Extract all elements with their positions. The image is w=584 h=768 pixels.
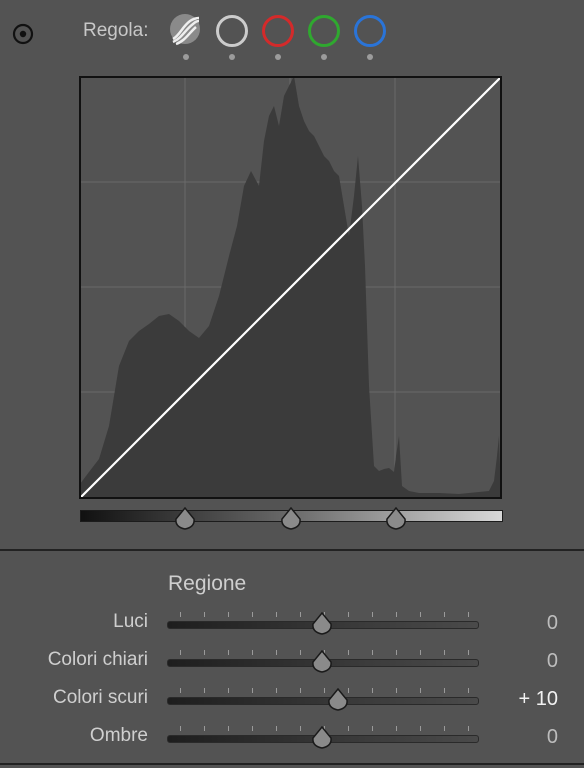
slider-tick (420, 650, 421, 655)
slider-thumb[interactable] (311, 725, 333, 750)
slider-tick (252, 612, 253, 617)
slider-tick (276, 650, 277, 655)
slider-value[interactable]: + 10 (519, 688, 558, 711)
tone-curve-graph[interactable] (79, 76, 502, 499)
slider-tick (468, 612, 469, 617)
slider-tick (420, 612, 421, 617)
slider-tick (276, 726, 277, 731)
rgb-ring-icon (216, 15, 248, 47)
slider-tick (348, 726, 349, 731)
slider-tick (252, 688, 253, 693)
slider-value[interactable]: 0 (547, 650, 558, 673)
red-channel-button[interactable] (260, 13, 296, 60)
slider-tick (348, 650, 349, 655)
slider-tick (444, 650, 445, 655)
slider-thumb[interactable] (327, 687, 349, 712)
blue-ring-icon (354, 15, 386, 47)
slider-tick (180, 650, 181, 655)
slider-tick (372, 726, 373, 731)
slider-tick (204, 650, 205, 655)
slider-tick (372, 612, 373, 617)
section-divider (0, 549, 584, 551)
slider-tick (300, 688, 301, 693)
channel-indicator-dot (367, 54, 373, 60)
channel-indicator-dot (275, 54, 281, 60)
slider-tick (204, 612, 205, 617)
slider-label: Ombre (89, 725, 148, 746)
slider-tick (468, 688, 469, 693)
channel-indicator-dot (183, 54, 189, 60)
slider-tick (420, 688, 421, 693)
rgb-channel-button[interactable] (214, 13, 250, 60)
green-channel-button[interactable] (306, 13, 342, 60)
slider-tick (444, 688, 445, 693)
slider-tick (252, 650, 253, 655)
slider-label: Colori scuri (52, 687, 148, 708)
slider-tick (276, 688, 277, 693)
slider-value[interactable]: 0 (547, 612, 558, 635)
slider-tick (396, 612, 397, 617)
slider-tick (204, 726, 205, 731)
green-ring-icon (308, 15, 340, 47)
slider-tick (204, 688, 205, 693)
slider-tick (396, 688, 397, 693)
slider-tick (228, 650, 229, 655)
slider-label: Luci (113, 611, 148, 632)
slider-tick (324, 688, 325, 693)
slider-tick (180, 726, 181, 731)
slider-tick (348, 612, 349, 617)
slider-tick (420, 726, 421, 731)
slider-thumb[interactable] (311, 611, 333, 636)
slider-value[interactable]: 0 (547, 726, 558, 749)
parametric-curve-channel-button[interactable] (168, 13, 204, 60)
slider-tick (444, 726, 445, 731)
section-divider-bottom (0, 763, 584, 765)
slider-tick (444, 612, 445, 617)
parametric-curve-icon (170, 14, 200, 46)
slider-label: Colori chiari (47, 649, 148, 670)
blue-channel-button[interactable] (352, 13, 388, 60)
slider-tick (468, 650, 469, 655)
slider-tick (180, 612, 181, 617)
channel-indicator-dot (229, 54, 235, 60)
slider-tick (180, 688, 181, 693)
slider-tick (228, 612, 229, 617)
slider-thumb[interactable] (311, 649, 333, 674)
slider-tick (396, 650, 397, 655)
red-ring-icon (262, 15, 294, 47)
regola-label: Regola: (83, 20, 149, 41)
slider-tick (372, 688, 373, 693)
split-point-highlights-handle[interactable] (385, 506, 407, 531)
slider-tick (300, 726, 301, 731)
slider-tick (396, 726, 397, 731)
slider-tick (300, 650, 301, 655)
slider-tick (468, 726, 469, 731)
slider-track[interactable] (167, 697, 479, 705)
regione-title: Regione (168, 572, 247, 595)
slider-tick (252, 726, 253, 731)
split-point-midtones-handle[interactable] (280, 506, 302, 531)
split-point-shadows-handle[interactable] (174, 506, 196, 531)
channel-indicator-dot (321, 54, 327, 60)
slider-tick (228, 726, 229, 731)
slider-tick (300, 612, 301, 617)
slider-tick (276, 612, 277, 617)
target-adjustment-icon[interactable] (11, 22, 35, 46)
slider-tick (372, 650, 373, 655)
slider-tick (228, 688, 229, 693)
